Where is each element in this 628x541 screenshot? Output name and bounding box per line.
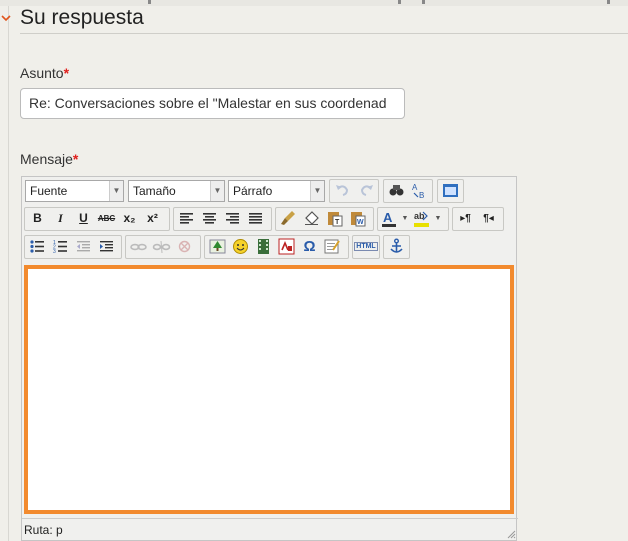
insert-media-icon[interactable] [253, 236, 274, 257]
collapse-chevron-icon[interactable] [0, 12, 12, 24]
paste-word-icon[interactable]: W [347, 208, 368, 229]
paste-text-icon[interactable]: T [324, 208, 345, 229]
font-size-select[interactable]: Tamaño ▼ [128, 180, 225, 202]
bold-button[interactable]: B [27, 208, 48, 229]
remove-link-icon[interactable] [174, 236, 195, 257]
subject-label-text: Asunto [20, 65, 64, 81]
spellcheck-icon[interactable] [322, 236, 343, 257]
redo-icon[interactable] [356, 180, 377, 201]
status-bar: Ruta: p [22, 518, 518, 541]
find-icon[interactable] [386, 180, 407, 201]
align-right-icon[interactable] [222, 208, 243, 229]
italic-button[interactable]: I [50, 208, 71, 229]
font-size-value: Tamaño [133, 184, 176, 198]
message-label-text: Mensaje [20, 151, 73, 167]
dropdown-arrow-icon: ▼ [310, 181, 324, 201]
text-color-dropdown-icon[interactable]: ▼ [400, 208, 410, 229]
insert-image-icon[interactable] [207, 236, 228, 257]
svg-text:3: 3 [53, 249, 56, 255]
html-source-label: HTML [354, 242, 378, 251]
subscript-button[interactable]: x₂ [119, 208, 140, 229]
strip-mark [607, 0, 610, 4]
rtl-icon[interactable]: ¶◂ [478, 208, 499, 229]
fullscreen-icon[interactable] [440, 180, 461, 201]
unlink-icon[interactable] [151, 236, 172, 257]
rich-text-editor: Fuente ▼ Tamaño ▼ Párrafo ▼ AB B I U ABC… [21, 176, 518, 541]
replace-icon[interactable]: AB [409, 180, 430, 201]
fieldset-border [8, 6, 9, 541]
resize-grip-icon[interactable] [506, 529, 516, 539]
link-icon[interactable] [128, 236, 149, 257]
html-source-button[interactable]: HTML [354, 236, 378, 257]
align-left-icon[interactable] [176, 208, 197, 229]
subject-label: Asunto* [20, 65, 69, 81]
undo-icon[interactable] [332, 180, 353, 201]
svg-text:T: T [335, 219, 340, 226]
editor-content-area[interactable] [24, 265, 514, 514]
element-path: Ruta: p [24, 523, 63, 537]
text-color-icon[interactable]: A [379, 208, 400, 229]
required-mark: * [72, 151, 79, 167]
emoticon-icon[interactable] [230, 236, 251, 257]
strip-mark [148, 0, 151, 4]
message-label: Mensaje* [20, 151, 78, 167]
outdent-icon[interactable] [73, 236, 94, 257]
math-editor-icon[interactable] [276, 236, 297, 257]
highlight-dropdown-icon[interactable]: ▼ [432, 208, 444, 229]
strip-mark [422, 0, 425, 4]
paragraph-format-value: Párrafo [233, 184, 273, 198]
svg-text:W: W [357, 219, 364, 226]
highlight-color-icon[interactable]: ab [411, 208, 432, 229]
align-justify-icon[interactable] [245, 208, 266, 229]
required-mark: * [63, 65, 70, 81]
underline-button[interactable]: U [73, 208, 94, 229]
special-char-icon[interactable]: Ω [299, 236, 320, 257]
indent-icon[interactable] [96, 236, 117, 257]
svg-text:B: B [419, 191, 424, 200]
font-family-value: Fuente [30, 184, 68, 198]
subject-input[interactable]: Re: Conversaciones sobre el "Malestar en… [20, 88, 405, 119]
strikethrough-button[interactable]: ABC [96, 208, 117, 229]
legend-divider [20, 33, 628, 34]
font-family-select[interactable]: Fuente ▼ [25, 180, 124, 202]
paragraph-format-select[interactable]: Párrafo ▼ [228, 180, 325, 202]
eraser-icon[interactable] [301, 208, 322, 229]
cleanup-brush-icon[interactable] [278, 208, 299, 229]
dropdown-arrow-icon: ▼ [210, 181, 224, 201]
anchor-icon[interactable] [386, 236, 407, 257]
svg-text:A: A [412, 183, 418, 192]
numbered-list-icon[interactable]: 123 [50, 236, 71, 257]
bullet-list-icon[interactable] [27, 236, 48, 257]
section-legend[interactable]: Su respuesta [20, 6, 144, 30]
superscript-button[interactable]: x² [142, 208, 163, 229]
ltr-icon[interactable]: ▸¶ [455, 208, 476, 229]
align-center-icon[interactable] [199, 208, 220, 229]
dropdown-arrow-icon: ▼ [109, 181, 123, 201]
strip-mark [398, 0, 401, 4]
svg-text:A: A [383, 210, 393, 225]
